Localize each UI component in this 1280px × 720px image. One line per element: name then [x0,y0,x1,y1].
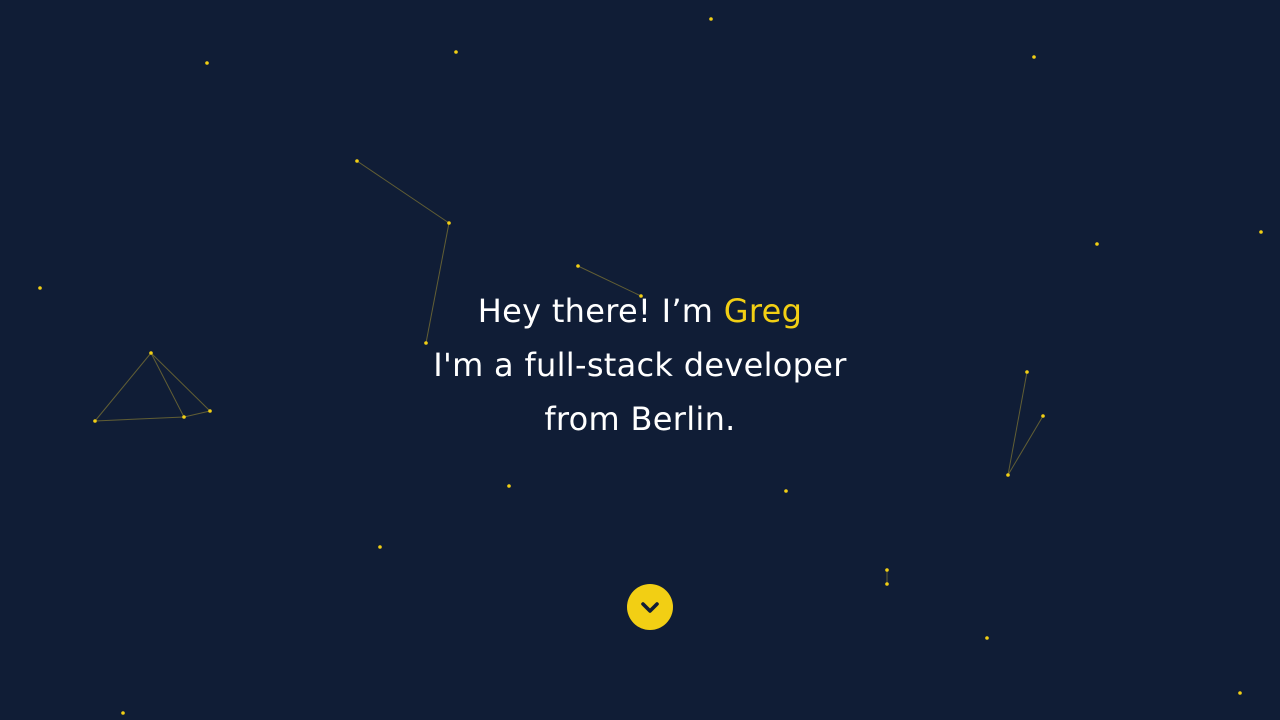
particle-dot [885,568,889,572]
hero-section: Hey there! I’m Greg I'm a full-stack dev… [0,0,1280,720]
greeting-line: Hey there! I’m Greg [0,284,1280,338]
particle-dot [454,50,458,54]
particle-dot [1238,691,1242,695]
particle-dot [507,484,511,488]
particle-dot [576,264,580,268]
particle-dot [447,221,451,225]
name-highlight: Greg [723,292,803,330]
particle-dot [1006,473,1010,477]
particle-link [356,160,450,224]
particle-dot [378,545,382,549]
particle-dot [1259,230,1263,234]
chevron-down-icon [641,602,659,613]
particle-dot [885,582,889,586]
location-line: from Berlin. [544,400,736,438]
greeting-prefix: Hey there! I’m [477,292,714,330]
role-line: I'm a full-stack developer [433,346,847,384]
particle-dot [205,61,209,65]
particle-dot [121,711,125,715]
intro-text: Hey there! I’m Greg I'm a full-stack dev… [0,284,1280,446]
particle-dot [985,636,989,640]
particle-dot [709,17,713,21]
scroll-down-button[interactable] [627,584,673,630]
particle-dot [1095,242,1099,246]
particle-dot [784,489,788,493]
particle-dot [355,159,359,163]
particle-dot [1032,55,1036,59]
